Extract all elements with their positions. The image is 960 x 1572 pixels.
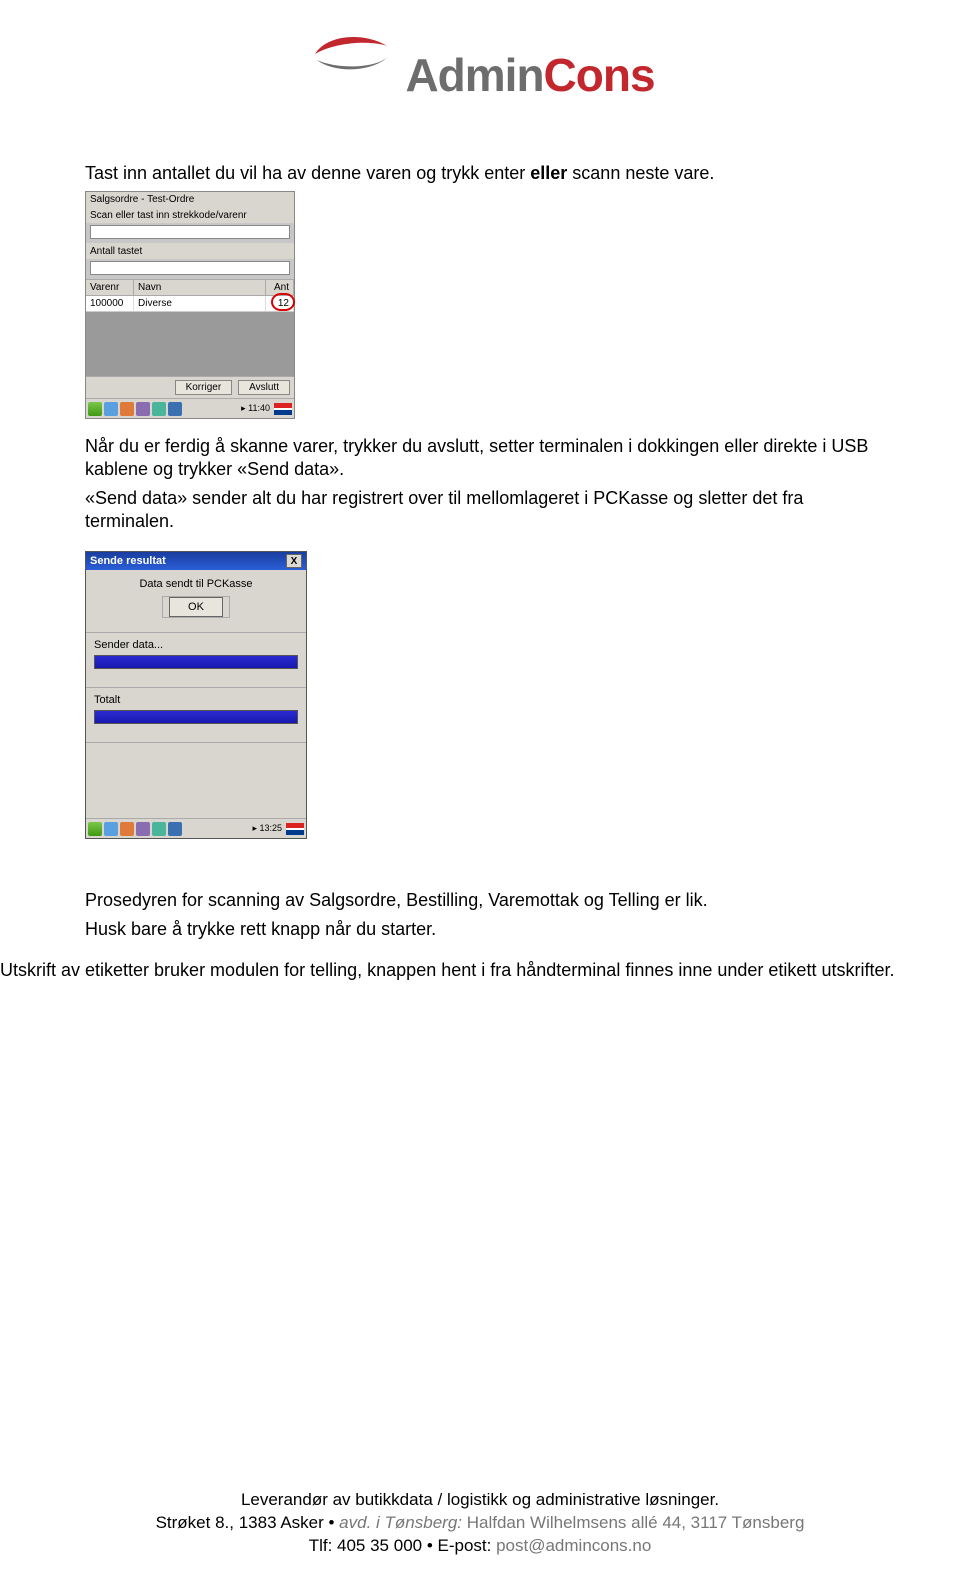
quantity-input[interactable] (90, 261, 290, 275)
highlight-circle-icon (271, 293, 295, 311)
footer-l2b: avd. i Tønsberg: (339, 1513, 467, 1532)
footer-l3a: Tlf: 405 35 000 • E-post: (309, 1536, 496, 1555)
paragraph-5: Husk bare å trykke rett knapp når du sta… (85, 918, 875, 941)
cell-navn: Diverse (134, 296, 266, 311)
header-varenr: Varenr (86, 280, 134, 295)
table-row[interactable]: 100000 Diverse 12 (86, 296, 294, 312)
cell-ant: 12 (266, 296, 294, 311)
page-footer: Leverandør av butikkdata / logistikk og … (0, 1489, 960, 1558)
logo-text-cons: Cons (544, 49, 655, 101)
swirl-icon (305, 20, 395, 80)
taskbar-icon[interactable] (136, 402, 150, 416)
taskbar-icon[interactable] (136, 822, 150, 836)
flag-icon (286, 823, 304, 835)
close-icon[interactable]: X (286, 554, 302, 568)
dialog-spacer (86, 742, 306, 818)
totalt-label: Totalt (94, 694, 298, 706)
table-headers: Varenr Navn Ant (86, 279, 294, 296)
taskbar: ▸ 13:25 (86, 818, 306, 838)
header-logo: AdminCons (0, 20, 960, 102)
taskbar-icon[interactable] (152, 822, 166, 836)
cell-varenr: 100000 (86, 296, 134, 311)
paragraph-intro: Tast inn antallet du vil ha av denne var… (85, 162, 875, 185)
start-icon[interactable] (88, 402, 102, 416)
grid-empty-area (86, 312, 294, 376)
screenshot-salgsordre-window: Salgsordre - Test-Ordre Scan eller tast … (85, 191, 295, 419)
dialog-message: Data sendt til PCKasse (94, 578, 298, 590)
scan-label: Scan eller tast inn strekkode/varenr (86, 207, 294, 223)
taskbar-icon[interactable] (168, 822, 182, 836)
taskbar-icon[interactable] (120, 402, 134, 416)
paragraph-2: Når du er ferdig å skanne varer, trykker… (85, 435, 875, 481)
taskbar-icon[interactable] (120, 822, 134, 836)
avslutt-button[interactable]: Avslutt (238, 380, 290, 395)
barcode-input[interactable] (90, 225, 290, 239)
antall-label: Antall tastet (86, 243, 294, 259)
taskbar-clock: ▸ 13:25 (252, 823, 284, 834)
progress-totalt (94, 710, 298, 724)
window-title: Salgsordre - Test-Ordre (86, 192, 294, 207)
logo-text-admin: Admin (405, 49, 543, 101)
start-icon[interactable] (88, 822, 102, 836)
ok-button[interactable]: OK (169, 597, 223, 617)
dialog-titlebar: Sende resultat X (86, 552, 306, 570)
sender-label: Sender data... (94, 639, 298, 651)
p1-text-a: Tast inn antallet du vil ha av denne var… (85, 163, 530, 183)
taskbar-icon[interactable] (168, 402, 182, 416)
screenshot-sende-resultat-dialog: Sende resultat X Data sendt til PCKasse … (85, 551, 307, 839)
paragraph-6: Utskrift av etiketter bruker modulen for… (0, 959, 960, 982)
taskbar: ▸ 11:40 (86, 398, 294, 418)
taskbar-icon[interactable] (152, 402, 166, 416)
footer-l2c: Halfdan Wilhelmsens allé 44, 3117 Tønsbe… (467, 1513, 805, 1532)
footer-l2a: Strøket 8., 1383 Asker • (156, 1513, 340, 1532)
paragraph-3: «Send data» sender alt du har registrert… (85, 487, 875, 533)
header-navn: Navn (134, 280, 266, 295)
paragraph-4: Prosedyren for scanning av Salgsordre, B… (85, 889, 875, 912)
taskbar-clock: ▸ 11:40 (241, 403, 272, 414)
footer-line2: Strøket 8., 1383 Asker • avd. i Tønsberg… (0, 1512, 960, 1535)
p1-text-c: scann neste vare. (567, 163, 714, 183)
footer-l3b: post@admincons.no (496, 1536, 651, 1555)
flag-icon (274, 403, 292, 415)
footer-line1: Leverandør av butikkdata / logistikk og … (0, 1489, 960, 1512)
progress-sender (94, 655, 298, 669)
dialog-title: Sende resultat (90, 555, 166, 567)
korriger-button[interactable]: Korriger (175, 380, 233, 395)
p1-text-bold: eller (530, 163, 567, 183)
footer-line3: Tlf: 405 35 000 • E-post: post@admincons… (0, 1535, 960, 1558)
taskbar-icon[interactable] (104, 822, 118, 836)
taskbar-icon[interactable] (104, 402, 118, 416)
